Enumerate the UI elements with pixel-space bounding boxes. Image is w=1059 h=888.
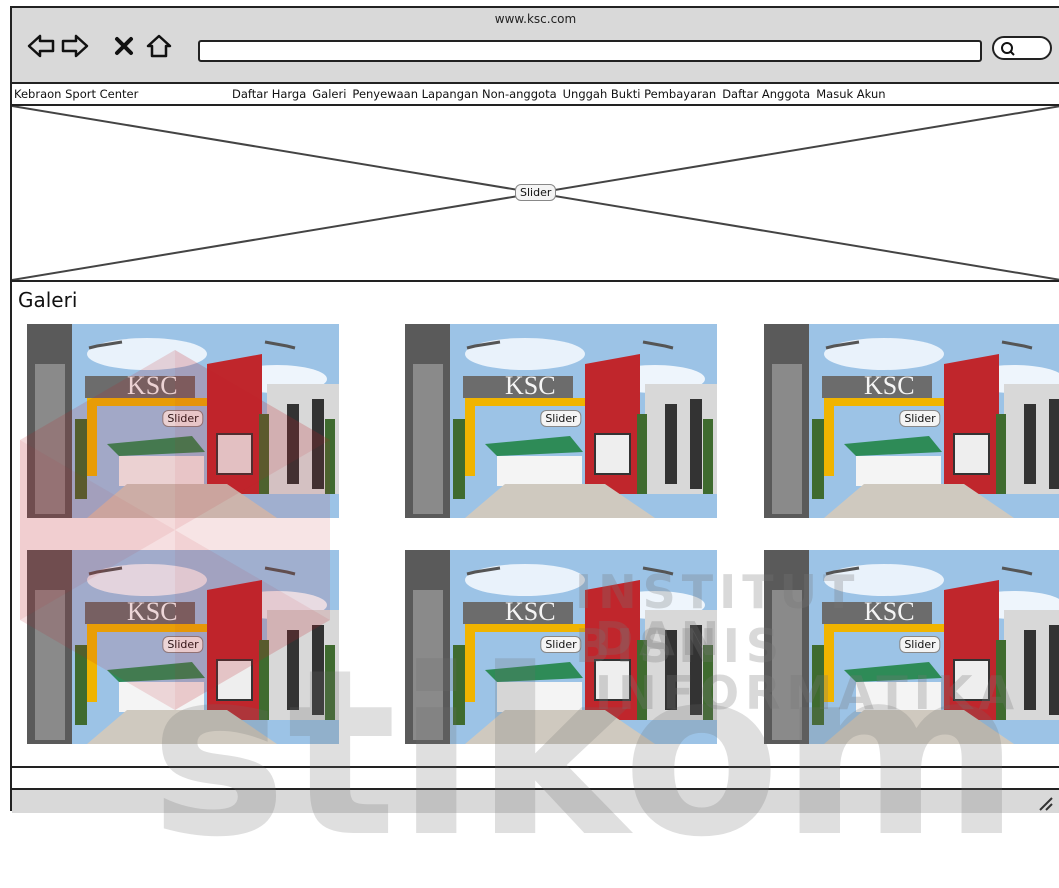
nav-item-penyewaan[interactable]: Penyewaan Lapangan Non-anggota bbox=[352, 87, 556, 101]
gallery-photo-6[interactable]: KSC Slider bbox=[764, 550, 1059, 744]
photo-label: Slider bbox=[540, 410, 582, 427]
gallery-photo-1[interactable]: KSC Slider bbox=[27, 324, 339, 518]
footer-divider bbox=[12, 766, 1059, 768]
photo-label: Slider bbox=[162, 410, 204, 427]
hero-slider[interactable]: Slider bbox=[12, 106, 1059, 282]
svg-text:KSC: KSC bbox=[505, 371, 556, 400]
forward-icon[interactable] bbox=[60, 32, 90, 60]
photo-label: Slider bbox=[899, 636, 941, 653]
photo-label: Slider bbox=[540, 636, 582, 653]
address-bar[interactable] bbox=[198, 40, 982, 62]
home-icon[interactable] bbox=[144, 32, 174, 60]
gallery-title: Galeri bbox=[18, 288, 78, 312]
nav-item-unggah-bukti[interactable]: Unggah Bukti Pembayaran bbox=[563, 87, 717, 101]
search-button[interactable] bbox=[992, 36, 1052, 60]
nav-item-daftar-harga[interactable]: Daftar Harga bbox=[232, 87, 306, 101]
svg-text:KSC: KSC bbox=[505, 597, 556, 626]
nav-item-galeri[interactable]: Galeri bbox=[312, 87, 346, 101]
svg-text:KSC: KSC bbox=[864, 597, 915, 626]
resize-grip-icon[interactable] bbox=[1037, 795, 1053, 811]
back-icon[interactable] bbox=[26, 32, 56, 60]
slider-label: Slider bbox=[515, 184, 557, 201]
nav-menu: Daftar Harga Galeri Penyewaan Lapangan N… bbox=[232, 87, 886, 101]
nav-item-daftar-anggota[interactable]: Daftar Anggota bbox=[722, 87, 810, 101]
menu-bar: Kebraon Sport Center Daftar Harga Galeri… bbox=[12, 84, 1059, 106]
svg-text:KSC: KSC bbox=[127, 597, 178, 626]
close-icon[interactable] bbox=[112, 32, 136, 60]
site-brand[interactable]: Kebraon Sport Center bbox=[14, 87, 138, 101]
gallery-photo-2[interactable]: KSC Slider bbox=[405, 324, 717, 518]
photo-label: Slider bbox=[899, 410, 941, 427]
svg-text:KSC: KSC bbox=[127, 371, 178, 400]
gallery-photo-4[interactable]: KSC Slider bbox=[27, 550, 339, 744]
search-icon bbox=[1001, 42, 1015, 56]
browser-window: www.ksc.com Kebraon Sport Center Daftar … bbox=[10, 6, 1059, 813]
gallery-photo-5[interactable]: KSC Slider bbox=[405, 550, 717, 744]
browser-chrome: www.ksc.com bbox=[12, 8, 1059, 84]
status-bar bbox=[12, 788, 1059, 813]
nav-item-masuk-akun[interactable]: Masuk Akun bbox=[816, 87, 885, 101]
photo-label: Slider bbox=[162, 636, 204, 653]
svg-text:KSC: KSC bbox=[864, 371, 915, 400]
gallery-photo-3[interactable]: KSC Slider bbox=[764, 324, 1059, 518]
url-text: www.ksc.com bbox=[494, 12, 577, 26]
